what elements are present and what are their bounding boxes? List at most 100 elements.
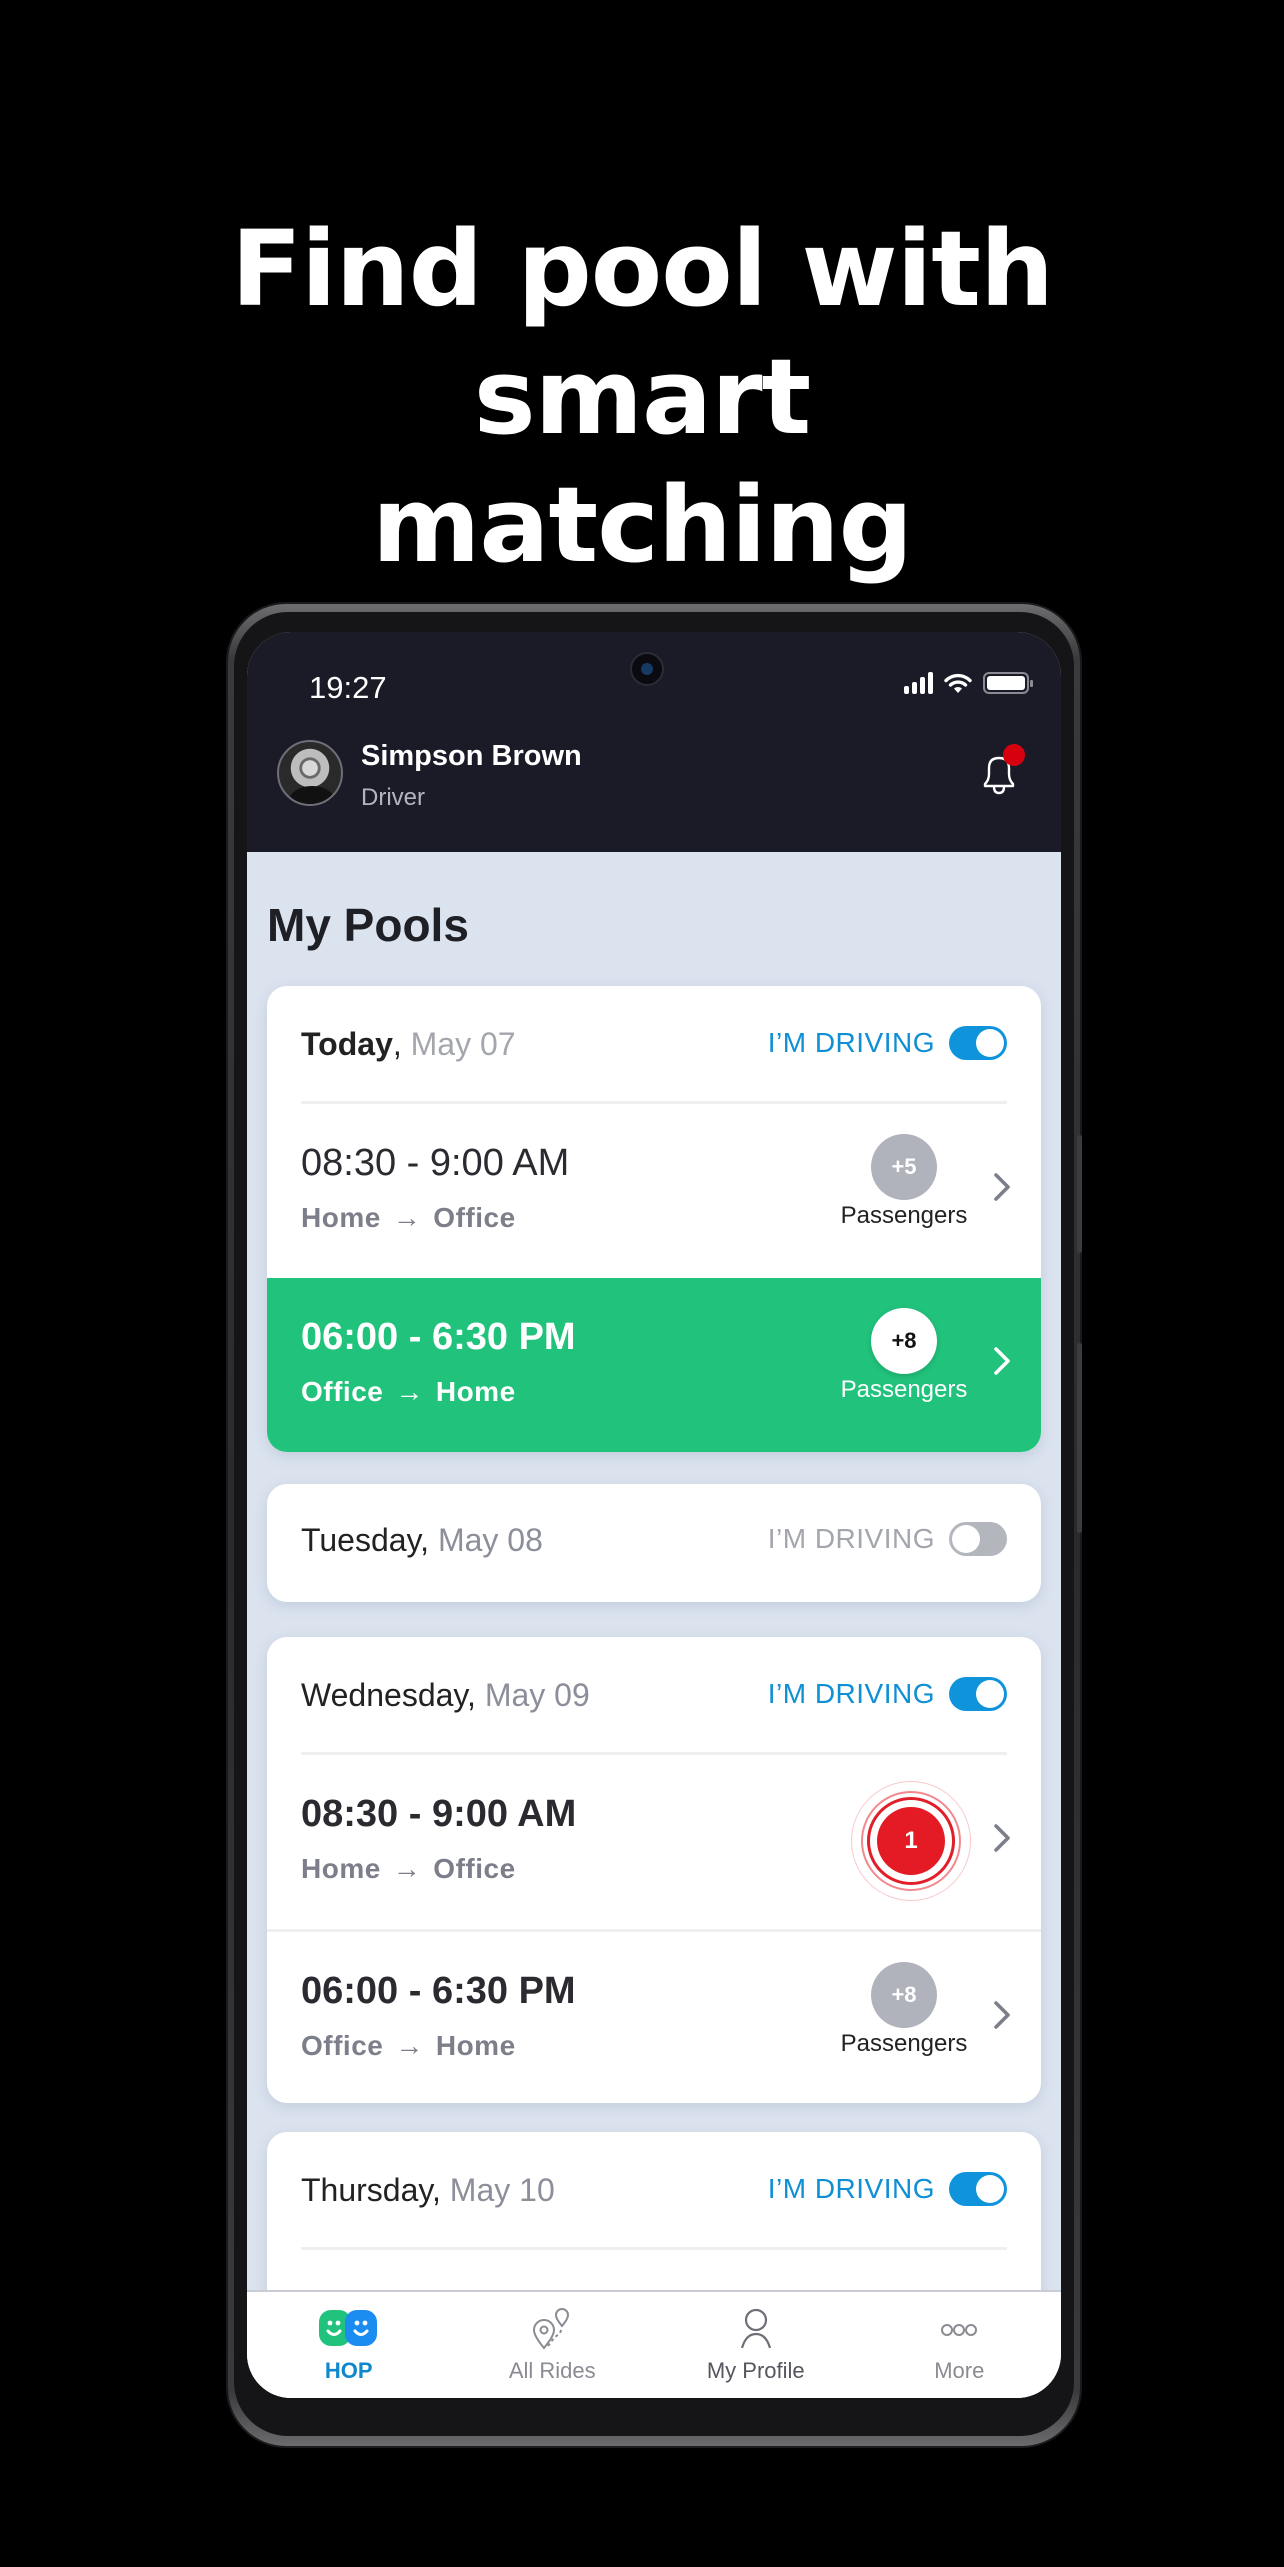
passengers-label: Passengers bbox=[840, 1376, 968, 1403]
ride-time: 08:30 - 9:00 AM bbox=[301, 1142, 570, 1184]
route-to: Home bbox=[435, 1376, 516, 1407]
day-date: May 09 bbox=[484, 1677, 590, 1713]
nav-item-all-rides[interactable]: All Rides bbox=[451, 2292, 655, 2398]
nav-label: More bbox=[934, 2358, 985, 2383]
chevron-right-icon[interactable] bbox=[991, 1344, 1013, 1378]
chevron-right-icon[interactable] bbox=[991, 1170, 1013, 1204]
promo-headline: Find pool with smart matching bbox=[0, 205, 1284, 589]
driving-toggle[interactable] bbox=[949, 2172, 1007, 2206]
day-label: Tuesday, May 08 bbox=[301, 1522, 543, 1558]
arrow-icon: → bbox=[392, 1853, 422, 1884]
chevron-right-icon[interactable] bbox=[991, 1821, 1013, 1855]
chevron-right-icon[interactable] bbox=[991, 1998, 1013, 2032]
driving-label: I’M DRIVING bbox=[767, 1678, 935, 1709]
nav-item-hop[interactable]: HOP bbox=[247, 2292, 451, 2398]
front-camera bbox=[630, 652, 664, 686]
passenger-count-badge: +8 bbox=[871, 1962, 937, 2028]
day-label: Today, May 07 bbox=[301, 1026, 516, 1062]
phone-screen: 19:27 Simpson Brown Driver My Pools Toda… bbox=[247, 632, 1061, 2398]
nav-label: HOP bbox=[324, 2358, 373, 2383]
nav-label: My Profile bbox=[706, 2358, 805, 2383]
page-title: My Pools bbox=[267, 899, 469, 951]
passengers: +8 Passengers bbox=[829, 1962, 979, 2058]
driving-toggle-row[interactable]: I’M DRIVING bbox=[768, 1677, 1007, 1711]
more-dots-icon bbox=[941, 2324, 978, 2336]
day-date: May 08 bbox=[437, 1522, 543, 1558]
route-from: Office bbox=[301, 2030, 384, 2061]
day-header: Tuesday, May 08 I’M DRIVING bbox=[267, 1484, 1041, 1602]
match-alert-badge[interactable]: 1 bbox=[851, 1781, 971, 1901]
nav-item-my-profile[interactable]: My Profile bbox=[654, 2292, 858, 2398]
day-date: May 10 bbox=[449, 2172, 555, 2208]
day-name: Today bbox=[301, 1026, 393, 1062]
passenger-count-badge: +8 bbox=[871, 1308, 937, 1374]
app-header: 19:27 Simpson Brown Driver bbox=[247, 632, 1061, 852]
passengers-label: Passengers bbox=[840, 2030, 968, 2057]
passengers: +8 Passengers bbox=[829, 1308, 979, 1404]
signal-icon bbox=[904, 672, 933, 694]
day-card-tuesday: Tuesday, May 08 I’M DRIVING bbox=[267, 1484, 1041, 1602]
day-date: May 07 bbox=[410, 1026, 516, 1062]
volume-button bbox=[1077, 1135, 1082, 1253]
route-to: Office bbox=[433, 1202, 516, 1233]
ride-row-active[interactable]: 06:00 - 6:30 PM Office → Home +8 Passenger… bbox=[267, 1278, 1041, 1452]
driving-toggle[interactable] bbox=[949, 1026, 1007, 1060]
ride-row[interactable]: 06:00 - 6:30 PM Office → Home +8 Passenger… bbox=[267, 1929, 1041, 2103]
user-icon bbox=[740, 2308, 771, 2349]
driving-toggle-row[interactable]: I’M DRIVING bbox=[768, 1522, 1007, 1556]
status-icons bbox=[904, 672, 1033, 694]
nav-label: All Rides bbox=[508, 2358, 596, 2383]
driving-toggle[interactable] bbox=[949, 1522, 1007, 1556]
arrow-icon: → bbox=[392, 1202, 422, 1233]
driving-label: I’M DRIVING bbox=[767, 1523, 935, 1554]
avatar[interactable] bbox=[277, 740, 343, 806]
driving-toggle-row[interactable]: I’M DRIVING bbox=[768, 1026, 1007, 1060]
route-from: Home bbox=[301, 1853, 381, 1884]
ride-row[interactable]: 08:30 - 9:00 AM Home → Office +5 Passenger… bbox=[267, 1104, 1041, 1278]
day-header: Wednesday, May 09 I’M DRIVING bbox=[267, 1637, 1041, 1755]
user-role: Driver bbox=[361, 784, 425, 811]
passengers: +5 Passengers bbox=[829, 1134, 979, 1230]
ride-route: Home → Office bbox=[301, 1202, 516, 1234]
day-name: Wednesday bbox=[301, 1677, 468, 1713]
nav-item-more[interactable]: More bbox=[858, 2292, 1062, 2398]
divider bbox=[301, 2247, 1007, 2250]
day-label: Thursday, May 10 bbox=[301, 2172, 555, 2208]
day-name: Thursday bbox=[301, 2172, 433, 2208]
arrow-icon: → bbox=[395, 2030, 424, 2061]
battery-icon bbox=[983, 672, 1033, 694]
bottom-nav: HOP All Rides My Profile More bbox=[247, 2290, 1061, 2398]
route-from: Home bbox=[301, 1202, 381, 1233]
route-pins-icon bbox=[533, 2308, 570, 2350]
passenger-count-badge: +5 bbox=[871, 1134, 937, 1200]
day-name: Tuesday bbox=[301, 1522, 421, 1558]
ride-time: 06:00 - 6:30 PM bbox=[301, 1970, 576, 2012]
route-from: Office bbox=[301, 1376, 384, 1407]
ride-route: Office → Home bbox=[301, 1376, 516, 1408]
user-name: Simpson Brown bbox=[361, 740, 582, 772]
power-button bbox=[1077, 1343, 1082, 1533]
driving-label: I’M DRIVING bbox=[767, 2173, 935, 2204]
day-label: Wednesday, May 09 bbox=[301, 1677, 590, 1713]
alert-count: 1 bbox=[877, 1807, 945, 1875]
promo-headline-text: Find pool with smart matching bbox=[230, 208, 1054, 586]
wifi-icon bbox=[944, 673, 972, 693]
day-card-today: Today, May 07 I’M DRIVING 08:30 - 9:00 A… bbox=[267, 986, 1041, 1452]
ride-route: Home → Office bbox=[301, 1853, 516, 1885]
ride-time: 08:30 - 9:00 AM bbox=[301, 1793, 577, 1835]
passengers-label: Passengers bbox=[840, 1202, 968, 1229]
hop-logo-icon bbox=[318, 2310, 377, 2346]
day-header: Thursday, May 10 I’M DRIVING bbox=[267, 2132, 1041, 2250]
status-time: 19:27 bbox=[309, 670, 387, 705]
ride-time: 06:00 - 6:30 PM bbox=[301, 1316, 576, 1358]
arrow-icon: → bbox=[395, 1376, 424, 1407]
day-card-wednesday: Wednesday, May 09 I’M DRIVING 08:30 - 9:… bbox=[267, 1637, 1041, 2103]
driving-toggle[interactable] bbox=[949, 1677, 1007, 1711]
driving-label: I’M DRIVING bbox=[767, 1027, 935, 1058]
ride-row[interactable]: 08:30 - 9:00 AM Home → Office 1 bbox=[267, 1755, 1041, 1929]
route-to: Office bbox=[433, 1853, 516, 1884]
route-to: Home bbox=[435, 2030, 516, 2061]
driving-toggle-row[interactable]: I’M DRIVING bbox=[768, 2172, 1007, 2206]
day-header: Today, May 07 I’M DRIVING bbox=[267, 986, 1041, 1104]
notification-dot bbox=[1003, 744, 1025, 766]
